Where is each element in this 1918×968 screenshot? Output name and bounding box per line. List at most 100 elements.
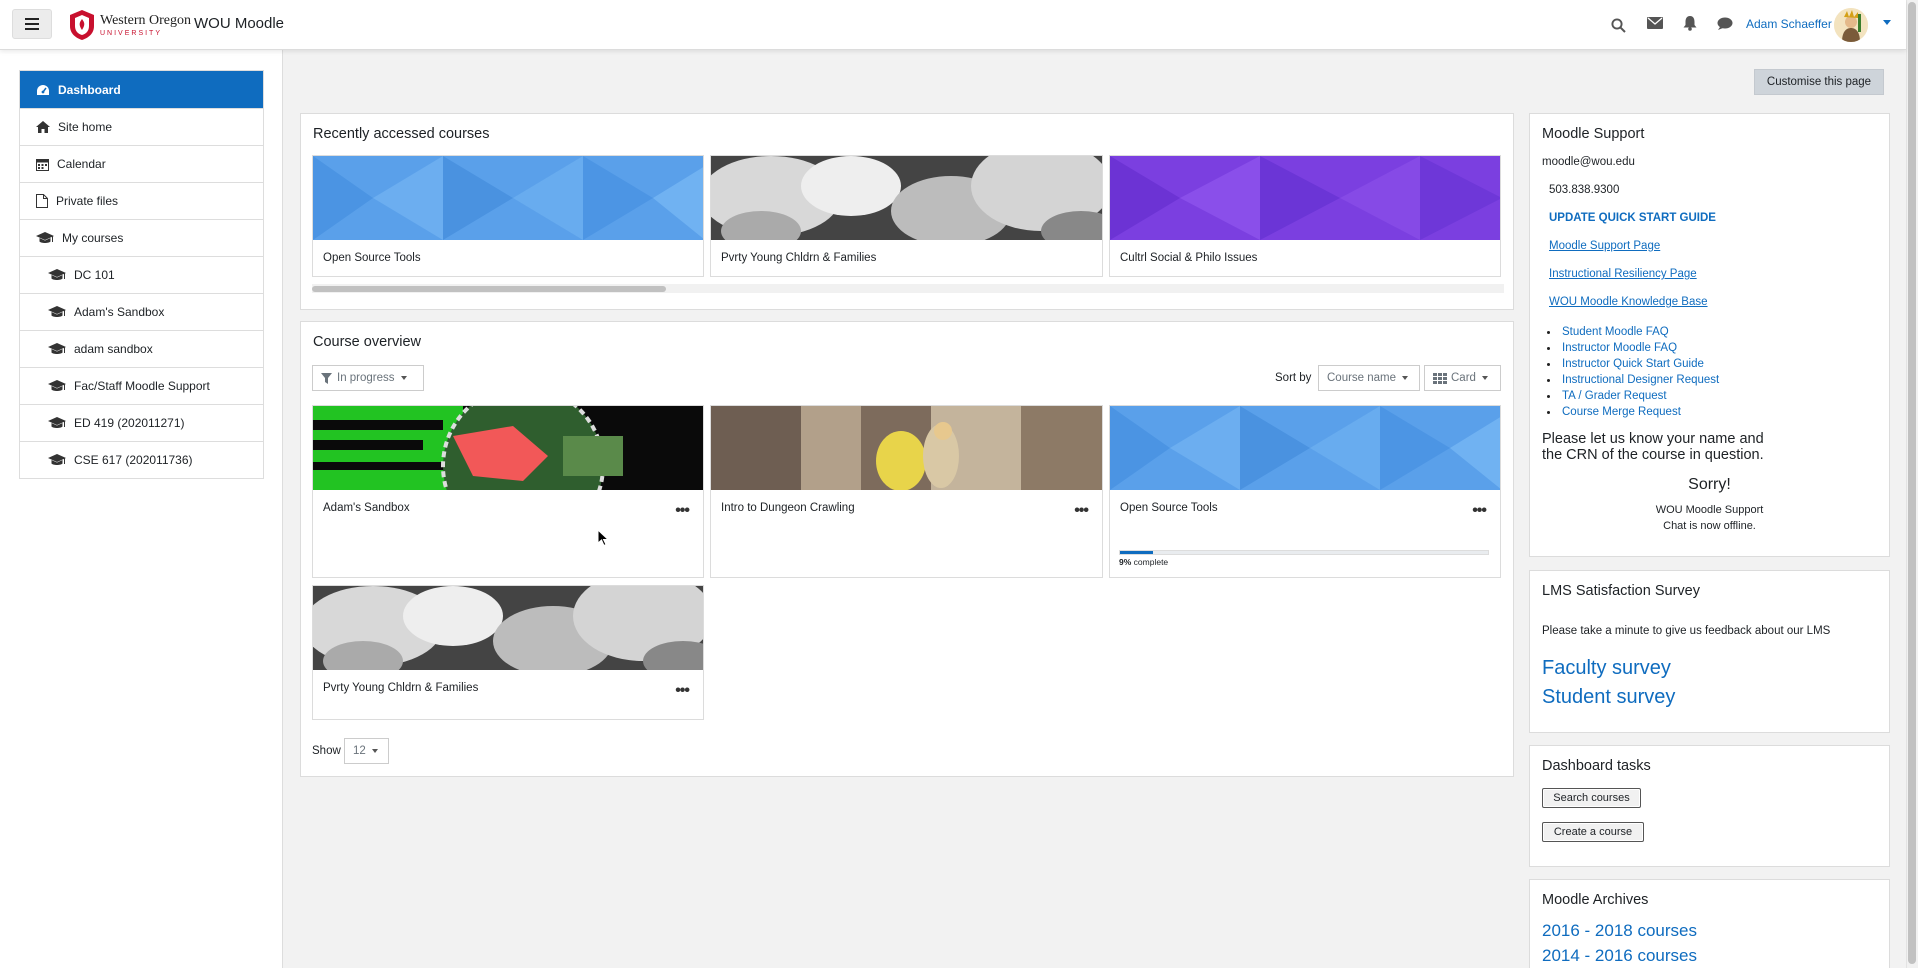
course-card[interactable]: Adam's Sandbox ••• (312, 405, 704, 578)
survey-text: Please take a minute to give us feedback… (1542, 625, 1831, 637)
archive-link[interactable]: 2016 - 2018 courses (1542, 921, 1697, 941)
course-image (313, 586, 703, 670)
nav-list: Dashboard Site home Calendar Private files M… (19, 70, 264, 479)
course-name[interactable]: Pvrty Young Chldrn & Families (323, 682, 478, 694)
faq-link[interactable]: Instructional Designer Request (1545, 372, 1719, 388)
user-name[interactable]: Adam Schaeffer (1746, 17, 1832, 31)
sidebar-item-label: Dashboard (58, 82, 121, 97)
faq-link[interactable]: TA / Grader Request (1545, 388, 1719, 404)
knowledge-base-link[interactable]: WOU Moodle Knowledge Base (1549, 296, 1708, 308)
support-page-link[interactable]: Moodle Support Page (1549, 240, 1660, 252)
faq-link[interactable]: Instructor Quick Start Guide (1545, 356, 1719, 372)
course-name[interactable]: Open Source Tools (1120, 502, 1218, 514)
course-image (1110, 156, 1500, 240)
sort-dropdown[interactable]: Course name (1318, 365, 1420, 391)
sidebar-item-label: CSE 617 (202011736) (74, 453, 193, 467)
support-note-line: the CRN of the course in question. (1542, 447, 1764, 463)
chevron-down-icon (400, 376, 407, 380)
course-name[interactable]: Cultrl Social & Philo Issues (1120, 252, 1257, 264)
course-name[interactable]: Pvrty Young Chldrn & Families (721, 252, 876, 264)
course-image (711, 156, 1102, 240)
sidebar-item-label: My courses (62, 231, 124, 245)
archive-link[interactable]: 2014 - 2016 courses (1542, 946, 1697, 966)
sidebar-item[interactable]: ED 419 (202011271) (20, 404, 263, 441)
sidebar-item[interactable]: Dashboard (20, 71, 263, 108)
sort-value: Course name (1327, 372, 1397, 384)
sidebar-item[interactable]: DC 101 (20, 256, 263, 293)
logo-title: Western Oregon (100, 12, 192, 28)
resiliency-page-link[interactable]: Instructional Resiliency Page (1549, 268, 1697, 280)
filter-icon (321, 372, 332, 384)
search-icon[interactable] (1611, 18, 1626, 33)
course-card[interactable]: Intro to Dungeon Crawling ••• (710, 405, 1103, 578)
chat-icon[interactable] (1717, 17, 1733, 30)
avatar[interactable] (1834, 8, 1868, 42)
archives-title: Moodle Archives (1542, 892, 1649, 908)
course-menu-icon[interactable]: ••• (1472, 503, 1487, 519)
sidebar-item[interactable]: adam sandbox (20, 330, 263, 367)
sidebar-item[interactable]: Adam's Sandbox (20, 293, 263, 330)
chat-sorry: Sorry! (1688, 476, 1731, 493)
view-value: Card (1451, 372, 1476, 384)
course-menu-icon[interactable]: ••• (675, 503, 690, 519)
chevron-down-icon (1402, 376, 1409, 380)
course-card[interactable]: Pvrty Young Chldrn & Families ••• (312, 585, 704, 720)
envelope-icon[interactable] (1647, 17, 1663, 29)
sidebar-item-label: Calendar (57, 157, 106, 171)
course-name[interactable]: Intro to Dungeon Crawling (721, 502, 855, 514)
sidebar-item[interactable]: Private files (20, 182, 263, 219)
course-menu-icon[interactable]: ••• (675, 683, 690, 699)
wou-logo[interactable]: Western Oregon UNIVERSITY (68, 8, 191, 42)
chevron-down-icon (1481, 376, 1488, 380)
recent-course-card[interactable]: Open Source Tools (312, 155, 704, 277)
logo-subtitle: UNIVERSITY (100, 29, 163, 37)
student-survey-link[interactable]: Student survey (1542, 686, 1675, 709)
sidebar-item[interactable]: CSE 617 (202011736) (20, 441, 263, 478)
course-progress-bar (1119, 550, 1489, 555)
filter-dropdown[interactable]: In progress (312, 365, 424, 391)
graduation-cap-icon (48, 269, 74, 281)
progress-percent: 9% (1119, 557, 1132, 567)
chat-status: WOU Moodle Support Chat is now offline. (1542, 502, 1877, 534)
course-name[interactable]: Adam's Sandbox (323, 502, 410, 514)
course-menu-icon[interactable]: ••• (1074, 503, 1089, 519)
course-image (711, 406, 1102, 490)
file-icon (36, 194, 56, 208)
course-image (313, 406, 703, 490)
sidebar-item-label: Private files (56, 194, 119, 208)
create-course-button[interactable]: Create a course (1542, 822, 1644, 842)
sidebar-item[interactable]: My courses (20, 219, 263, 256)
faculty-survey-link[interactable]: Faculty survey (1542, 657, 1671, 680)
recent-course-card[interactable]: Pvrty Young Chldrn & Families (710, 155, 1103, 277)
grid-icon (1433, 372, 1447, 384)
filter-value: In progress (337, 372, 395, 384)
course-image (1110, 406, 1500, 490)
graduation-cap-icon (48, 306, 74, 318)
faq-link[interactable]: Instructor Moodle FAQ (1545, 340, 1719, 356)
customise-page-button[interactable]: Customise this page (1754, 69, 1884, 95)
home-icon (36, 121, 58, 133)
show-count-dropdown[interactable]: 12 (344, 738, 389, 764)
menu-toggle-button[interactable] (12, 9, 52, 39)
show-count-value: 12 (353, 745, 366, 757)
search-courses-button[interactable]: Search courses (1542, 788, 1641, 808)
page-scrollbar-thumb[interactable] (1908, 2, 1916, 964)
graduation-cap-icon (48, 417, 74, 429)
progress-suffix: complete (1133, 557, 1169, 567)
recent-courses-scrollbar-thumb[interactable] (312, 286, 666, 292)
user-menu-caret-icon[interactable] (1883, 20, 1891, 25)
quick-start-link[interactable]: UPDATE QUICK START GUIDE (1549, 212, 1716, 224)
sidebar-item[interactable]: Calendar (20, 145, 263, 182)
wou-seal-icon (70, 10, 94, 40)
bell-icon[interactable] (1683, 15, 1697, 31)
site-brand[interactable]: WOU Moodle (194, 15, 284, 32)
recent-course-card[interactable]: Cultrl Social & Philo Issues (1109, 155, 1501, 277)
graduation-cap-icon (48, 343, 74, 355)
faq-link[interactable]: Student Moodle FAQ (1545, 324, 1719, 340)
sidebar-item[interactable]: Site home (20, 108, 263, 145)
faq-link[interactable]: Course Merge Request (1545, 404, 1719, 420)
view-dropdown[interactable]: Card (1424, 365, 1501, 391)
sort-label: Sort by (1275, 372, 1312, 384)
sidebar-item[interactable]: Fac/Staff Moodle Support (20, 367, 263, 404)
course-name[interactable]: Open Source Tools (323, 252, 421, 264)
